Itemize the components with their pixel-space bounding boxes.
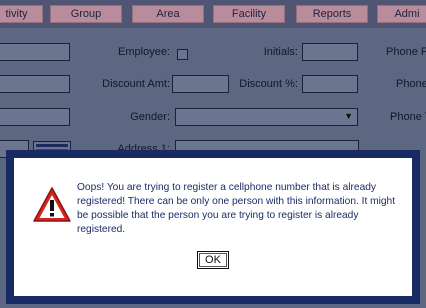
left-input-row2[interactable] [0, 75, 70, 93]
discount-percent-input[interactable] [302, 75, 358, 93]
nav-activity-button[interactable]: tivity [0, 5, 43, 23]
nav-area-button[interactable]: Area [132, 5, 204, 23]
nav-reports-button[interactable]: Reports [296, 5, 368, 23]
nav-facility-button[interactable]: Facility [213, 5, 285, 23]
warning-icon [33, 187, 71, 222]
gender-select[interactable]: ▼ [175, 108, 358, 126]
duplicate-registration-dialog: Oops! You are trying to register a cellp… [6, 150, 420, 304]
dialog-body: Oops! You are trying to register a cellp… [14, 158, 412, 296]
left-input-row3[interactable] [0, 108, 70, 126]
left-input-row1[interactable] [0, 43, 70, 61]
top-navigation: tivity Group Area Facility Reports Admi [0, 0, 426, 28]
initials-input[interactable] [302, 43, 358, 61]
discount-amount-label: Discount Amt: [102, 78, 170, 90]
phone2-label: Phone [396, 78, 426, 90]
discount-percent-label: Discount %: [239, 78, 298, 90]
gender-label: Gender: [130, 111, 170, 123]
ok-button[interactable]: OK [197, 251, 229, 269]
initials-label: Initials: [263, 46, 298, 58]
chevron-down-icon: ▼ [344, 111, 353, 121]
employee-checkbox[interactable] [177, 49, 188, 60]
dialog-message: Oops! You are trying to register a cellp… [77, 182, 396, 235]
nav-group-button[interactable]: Group [50, 5, 122, 23]
phone1-label: Phone F [386, 46, 426, 58]
employee-label: Employee: [118, 46, 170, 58]
nav-admin-button[interactable]: Admi [377, 5, 426, 23]
discount-amount-input[interactable] [172, 75, 229, 93]
phone3-label: Phone T [390, 111, 426, 123]
